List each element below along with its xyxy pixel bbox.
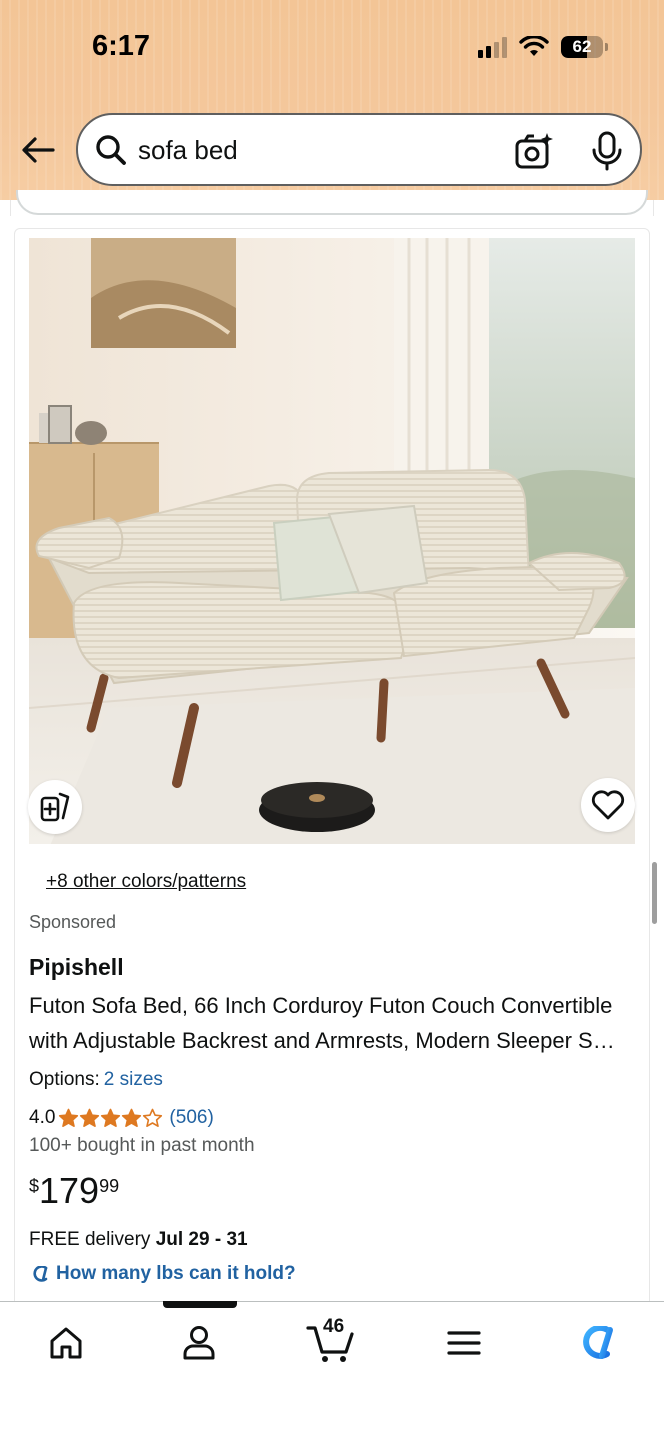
back-arrow-icon: [22, 137, 55, 163]
price-fraction: 99: [99, 1176, 120, 1196]
delivery-dates: Jul 29 - 31: [155, 1229, 248, 1250]
compare-icon: [40, 792, 70, 822]
sponsored-label[interactable]: Sponsored: [29, 912, 116, 933]
review-count-link[interactable]: (506): [169, 1107, 213, 1129]
nav-menu-button[interactable]: [434, 1318, 494, 1368]
heart-icon: [591, 790, 625, 820]
microphone-icon[interactable]: [588, 130, 626, 172]
star-rating-icon: [58, 1108, 163, 1129]
status-time: 6:17: [92, 30, 151, 62]
star-empty-icon: [143, 1108, 163, 1127]
options-label: Options:: [29, 1069, 100, 1090]
product-title[interactable]: Futon Sofa Bed, 66 Inch Corduroy Futon C…: [29, 988, 625, 1058]
nav-account-button[interactable]: [169, 1318, 229, 1368]
status-icons: 62: [478, 36, 608, 58]
home-icon: [50, 1327, 82, 1359]
product-options: Options: 2 sizes: [29, 1069, 163, 1091]
camera-search-icon[interactable]: [514, 131, 554, 171]
scrollbar-thumb[interactable]: [652, 862, 657, 924]
price-symbol: $: [29, 1176, 40, 1196]
hamburger-menu-icon: [447, 1331, 481, 1355]
search-bar[interactable]: [76, 113, 642, 186]
product-price: $179 99: [29, 1170, 119, 1212]
back-button[interactable]: [18, 130, 58, 170]
rufus-assistant-icon: [583, 1326, 613, 1359]
wishlist-button[interactable]: [581, 778, 635, 832]
wifi-icon: [519, 36, 549, 56]
star-filled-icon: [101, 1108, 121, 1127]
options-value-link[interactable]: 2 sizes: [104, 1069, 163, 1090]
nav-rufus-button[interactable]: [566, 1318, 626, 1368]
battery-icon: 62: [561, 36, 603, 58]
app-header: 6:17 62: [0, 0, 664, 200]
price-whole: 179: [39, 1170, 100, 1211]
sofa-illustration: [29, 238, 635, 844]
rufus-icon: [33, 1266, 48, 1282]
ask-question-text: How many lbs can it hold?: [56, 1263, 296, 1284]
other-colors-link[interactable]: +8 other colors/patterns: [46, 871, 246, 893]
product-image[interactable]: [29, 238, 635, 844]
rating-value: 4.0: [29, 1107, 56, 1128]
search-icon: [96, 135, 126, 165]
cart-count-badge: 46: [323, 1316, 345, 1337]
bought-count: 100+ bought in past month: [29, 1135, 255, 1156]
nav-home-button[interactable]: [36, 1318, 96, 1368]
battery-percent: 62: [572, 37, 592, 56]
previous-card-edge: [16, 190, 648, 215]
product-brand: Pipishell: [29, 954, 124, 980]
star-filled-icon: [122, 1108, 142, 1127]
cellular-signal-icon: [478, 36, 507, 58]
compare-button[interactable]: [28, 780, 82, 834]
star-filled-icon: [80, 1108, 100, 1127]
delivery-info: FREE delivery Jul 29 - 31: [29, 1229, 248, 1251]
person-icon: [183, 1326, 215, 1360]
rating-row[interactable]: 4.0 (506): [29, 1107, 214, 1129]
search-input[interactable]: [138, 129, 498, 171]
star-filled-icon: [59, 1108, 79, 1127]
delivery-prefix: FREE delivery: [29, 1229, 151, 1250]
active-tab-indicator: [163, 1301, 237, 1308]
ask-question-link[interactable]: How many lbs can it hold?: [30, 1263, 296, 1285]
